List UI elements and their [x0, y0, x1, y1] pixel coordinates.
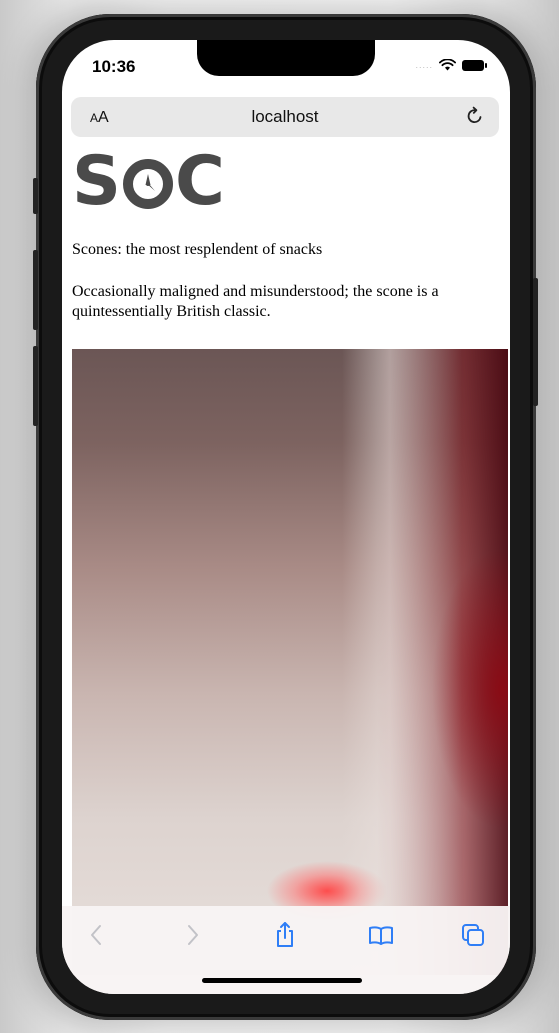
site-logo[interactable]: S C [72, 147, 225, 217]
status-icons: ..... [415, 59, 487, 71]
intro-paragraph: Occasionally maligned and misunderstood;… [72, 283, 439, 320]
phone-screen: 10:36 ..... AA localhost S C Scones: the… [62, 40, 510, 994]
battery-icon [462, 59, 487, 71]
mute-switch [33, 178, 38, 214]
logo-letter-o [122, 159, 173, 209]
status-time: 10:36 [92, 57, 136, 76]
volume-down-button [33, 346, 38, 426]
hero-image [72, 349, 508, 975]
book-icon[interactable] [366, 920, 396, 950]
url-text[interactable]: localhost [71, 107, 499, 127]
web-content: S C Scones: the most resplendent of snac… [72, 147, 508, 975]
logo-letter-c: C [174, 147, 225, 221]
notch [197, 40, 375, 76]
wifi-icon [439, 59, 456, 71]
status-bar: 10:36 ..... [62, 40, 510, 92]
tabs-icon[interactable] [458, 920, 488, 950]
share-icon[interactable] [270, 920, 300, 950]
cellular-signal-icon: ..... [415, 60, 433, 70]
hero-image-highlight [342, 349, 462, 975]
power-button [533, 278, 538, 406]
logo-letter-s: S [72, 147, 121, 221]
reload-icon[interactable] [465, 106, 485, 126]
home-indicator[interactable] [202, 978, 362, 983]
chevron-right-icon[interactable] [177, 920, 207, 950]
clock-icon [145, 174, 155, 191]
tagline: Scones: the most resplendent of snacks [72, 241, 323, 258]
chevron-left-icon[interactable] [82, 920, 112, 950]
volume-up-button [33, 250, 38, 330]
address-bar[interactable]: AA localhost [71, 97, 499, 137]
